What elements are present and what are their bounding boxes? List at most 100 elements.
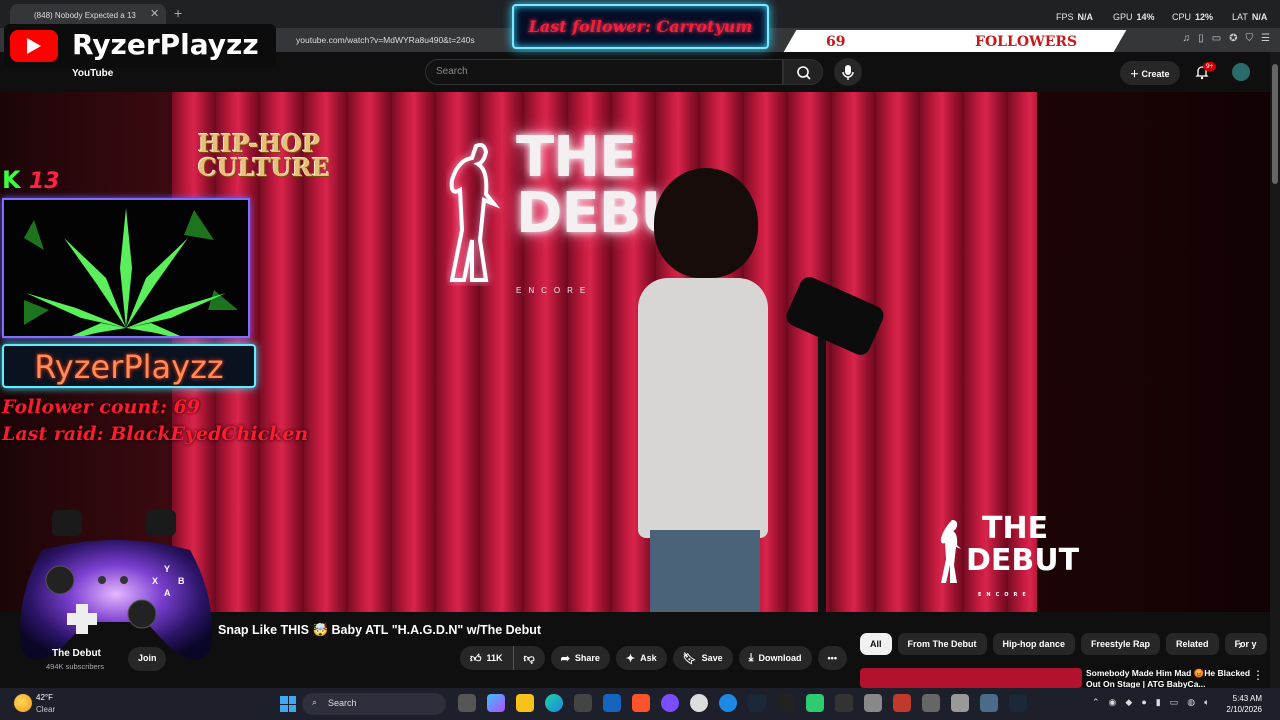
tray-app-icon-4[interactable]: ▮ — [1156, 697, 1161, 708]
obs-icon[interactable] — [690, 694, 708, 712]
chip-all[interactable]: All — [860, 633, 892, 655]
weather-temp: 42°F — [36, 693, 53, 702]
edge-icon[interactable] — [545, 694, 563, 712]
chevron-right-icon[interactable]: › — [1238, 636, 1243, 652]
clock-date[interactable]: 2/10/2026 — [1212, 705, 1262, 714]
app-icon-blue[interactable] — [719, 694, 737, 712]
share-button[interactable]: ➦ Share — [550, 646, 610, 670]
recommended-menu-icon[interactable]: ⋮ — [1252, 668, 1264, 682]
app-icon-green[interactable] — [806, 694, 824, 712]
scrollbar-thumb[interactable] — [1272, 64, 1278, 184]
menu-icon[interactable]: ☰ — [1261, 33, 1270, 44]
fps-value: N/A — [1077, 12, 1094, 22]
search-icon — [797, 66, 811, 80]
chip-from-the-debut[interactable]: From The Debut — [897, 633, 987, 655]
chip-freestyle-rap[interactable]: Freestyle Rap — [1081, 633, 1161, 655]
download-icon: ⤓ — [748, 651, 754, 664]
tray-chevron-icon[interactable]: ⌃ — [1092, 697, 1100, 708]
join-button[interactable]: Join — [128, 647, 166, 671]
chip-hiphop-dance[interactable]: Hip-hop dance — [992, 633, 1076, 655]
create-button[interactable]: ＋ Create — [1120, 61, 1180, 85]
brave-icon[interactable] — [632, 694, 650, 712]
save-label: Save — [701, 653, 723, 663]
search-input[interactable]: Search — [425, 59, 783, 85]
tray-network-icon[interactable]: ◍ — [1187, 697, 1195, 708]
steam-icon-2[interactable] — [1009, 694, 1027, 712]
last-raid-line: Last raid: BlackEyedChicken — [2, 423, 309, 445]
browser-toolbar-icons: ♫ ▯ ▭ ✪ ⛉ ☰ — [1183, 33, 1270, 44]
save-button[interactable]: 🔖︎ Save — [672, 646, 733, 670]
app-icon-dark[interactable] — [835, 694, 853, 712]
tray-volume-icon[interactable]: 🔈︎ — [1204, 697, 1209, 708]
watermark-line1: THE — [982, 511, 1049, 546]
tray-battery-icon[interactable]: ▭ — [1170, 697, 1179, 708]
gpu-value: 14% — [1136, 12, 1155, 22]
thumbs-up-icon: 👍︎ — [470, 652, 482, 665]
thumbs-down-icon: 👎︎ — [523, 652, 535, 665]
tray-app-icon-2[interactable]: ◆ — [1125, 697, 1132, 708]
like-button[interactable]: 👍︎ 11K — [460, 646, 513, 670]
tray-app-icon[interactable]: ◉ — [1109, 697, 1117, 708]
url-field[interactable]: youtube.com/watch?v=MdWYRa8u490&t=240s — [296, 35, 475, 45]
more-actions-button[interactable]: ••• — [817, 646, 847, 670]
watermark-sub: ENCORE — [978, 592, 1031, 598]
create-label: Create — [1141, 69, 1170, 79]
task-view-icon[interactable] — [458, 694, 476, 712]
copilot-icon[interactable] — [487, 694, 505, 712]
svg-text:A: A — [164, 588, 171, 598]
notification-count-badge: 9+ — [1203, 62, 1217, 71]
extension-icon[interactable]: ✪ — [1229, 33, 1237, 44]
name-banner-text: RyzerPlayzz — [34, 348, 224, 386]
epic-games-icon[interactable] — [777, 694, 795, 712]
kill-counter: K 13 — [2, 166, 60, 194]
app-icon-slate[interactable] — [980, 694, 998, 712]
weather-sun-icon[interactable] — [14, 694, 32, 712]
tray-app-icon-3[interactable]: ● — [1141, 697, 1146, 708]
store-icon[interactable] — [574, 694, 592, 712]
video-title: Snap Like THIS 🤯 Baby ATL "H.A.G.D.N" w/… — [218, 623, 542, 637]
music-icon[interactable]: ♫ — [1183, 33, 1191, 44]
recommended-title[interactable]: Somebody Made Him Mad 😡He Blacked Out On… — [1086, 668, 1256, 690]
discord-icon[interactable] — [661, 694, 679, 712]
steam-icon[interactable] — [748, 694, 766, 712]
taskbar-search-icon: ⌕ — [312, 697, 318, 707]
channel-name[interactable]: The Debut — [52, 648, 101, 659]
search-button[interactable] — [783, 59, 823, 85]
fps-stat: FPS N/A — [1056, 12, 1093, 22]
new-tab-button[interactable]: + — [174, 5, 182, 21]
account-avatar[interactable] — [1232, 63, 1250, 81]
windows-start-icon[interactable] — [280, 696, 296, 712]
tab-close-icon[interactable]: ✕ — [150, 7, 159, 20]
kill-number: 13 — [28, 169, 60, 194]
share-label: Share — [574, 653, 600, 663]
taskbar-search[interactable]: ⌕ Search — [302, 693, 446, 715]
like-dislike-group: 👍︎ 11K 👎︎ — [460, 646, 545, 670]
voice-search-button[interactable] — [834, 58, 862, 86]
app-icon-gray[interactable] — [864, 694, 882, 712]
app-icon-light[interactable] — [951, 694, 969, 712]
app-icon-robot[interactable] — [922, 694, 940, 712]
sidebar-icon[interactable]: ▯ — [1198, 33, 1204, 44]
outlook-icon[interactable] — [603, 694, 621, 712]
recommended-thumbnail[interactable] — [860, 668, 1082, 688]
shield-icon[interactable]: ⛉ — [1246, 33, 1254, 44]
dislike-button[interactable]: 👎︎ — [513, 646, 545, 670]
window-icon[interactable]: ▭ — [1212, 33, 1221, 44]
cpu-value: 12% — [1195, 12, 1214, 22]
app-icon-red[interactable] — [893, 694, 911, 712]
chip-related[interactable]: Related — [1166, 633, 1219, 655]
follower-count-line: Follower count: 69 — [2, 396, 201, 418]
system-tray: ⌃ ◉ ◆ ● ▮ ▭ ◍ 🔈︎ — [1092, 697, 1210, 708]
more-icon: ••• — [827, 653, 837, 663]
download-button[interactable]: ⤓ Download — [738, 646, 812, 670]
youtube-logo[interactable]: YouTube — [72, 68, 113, 79]
chip-for-you[interactable]: For y — [1224, 633, 1267, 655]
clock-time[interactable]: 5:43 AM — [1222, 694, 1262, 703]
streamer-name: RyzerPlayzz — [72, 28, 259, 61]
performer-body — [638, 278, 768, 538]
ask-button[interactable]: ✦ Ask — [615, 646, 667, 670]
hiphop-culture-logo: HIP-HOP CULTURE — [198, 132, 330, 180]
video-watermark: THE DEBUT ENCORE — [940, 511, 1079, 598]
weather-condition: Clear — [36, 705, 56, 714]
file-explorer-icon[interactable] — [516, 694, 534, 712]
